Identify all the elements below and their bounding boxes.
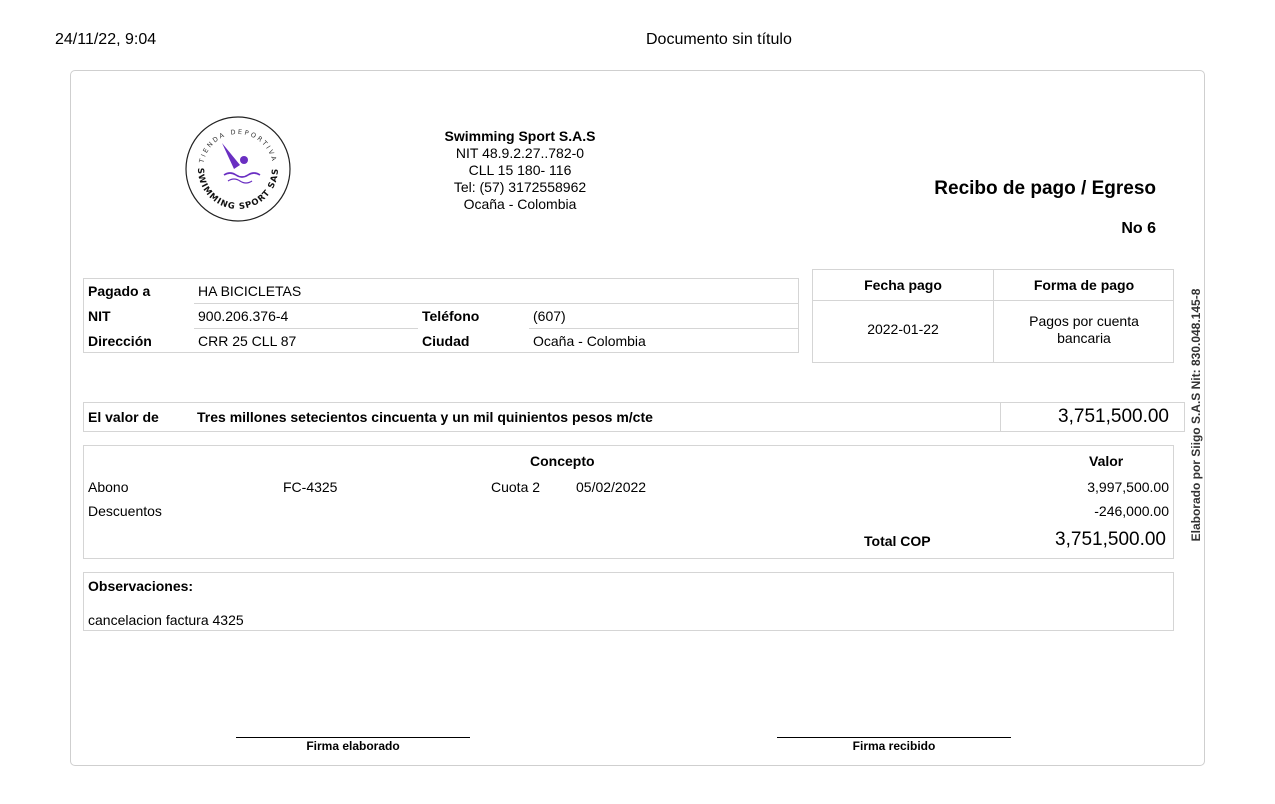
row-value: 3,997,500.00: [1087, 479, 1169, 495]
observations-label: Observaciones:: [88, 578, 194, 594]
signature-received-label: Firma recibido: [852, 739, 936, 753]
amount-words: Tres millones setecientos cincuenta y un…: [197, 409, 653, 425]
payment-method-label: Forma de pago: [1033, 277, 1135, 293]
receipt-number: No 6: [1121, 220, 1156, 237]
company-logo: TIENDA DEPORTIVA SWIMMING SPORT SAS: [184, 115, 292, 223]
city-label: Ciudad: [422, 333, 470, 349]
amount-row: El valor de Tres millones setecientos ci…: [83, 402, 1185, 432]
company-city: Ocaña - Colombia: [463, 196, 577, 212]
total-label: Total COP: [864, 533, 931, 549]
signature-line-prepared: [236, 737, 470, 738]
total-value: 3,751,500.00: [1055, 529, 1166, 550]
signature-line-received: [777, 737, 1011, 738]
paid-to-value: HA BICICLETAS: [198, 283, 302, 299]
company-nit: NIT 48.9.2.27..782-0: [455, 145, 585, 161]
document-title: Documento sin título: [646, 31, 792, 48]
company-phone: Tel: (57) 3172558962: [453, 179, 587, 195]
company-name: Swimming Sport S.A.S: [444, 128, 596, 144]
receipt-title: Recibo de pago / Egreso: [934, 178, 1156, 199]
observations-text: cancelacion factura 4325: [88, 612, 244, 628]
paid-to-label: Pagado a: [88, 283, 151, 299]
payment-date-label: Fecha pago: [864, 277, 942, 293]
phone-label: Teléfono: [422, 308, 480, 324]
company-address: CLL 15 180- 116: [468, 162, 572, 178]
amount-label: El valor de: [88, 409, 159, 425]
side-credit: Elaborado por Siigo S.A.S Nit: 830.048.1…: [1189, 288, 1203, 542]
nit-value: 900.206.376-4: [198, 308, 289, 324]
concept-table: Concepto Valor Abono FC-4325 Cuota 2 05/…: [83, 445, 1174, 559]
nit-label: NIT: [88, 308, 111, 324]
address-label: Dirección: [88, 333, 152, 349]
row-date: 05/02/2022: [576, 479, 647, 495]
row-type: Abono: [88, 479, 129, 495]
concept-header: Concepto: [530, 453, 595, 469]
payment-info: Fecha pago Forma de pago 2022-01-22 Pago…: [812, 269, 1174, 363]
city-value: Ocaña - Colombia: [533, 333, 646, 349]
payment-method: Pagos por cuenta bancaria: [1029, 313, 1139, 346]
observations-box: Observaciones: cancelacion factura 4325: [83, 572, 1174, 631]
print-datetime: 24/11/22, 9:04: [55, 31, 157, 48]
address-value: CRR 25 CLL 87: [198, 333, 297, 349]
row-installment: Cuota 2: [491, 479, 541, 495]
row-ref: FC-4325: [283, 479, 338, 495]
row-type: Descuentos: [88, 503, 162, 519]
payee-table: Pagado a HA BICICLETAS NIT 900.206.376-4…: [83, 278, 799, 353]
amount-value: 3,751,500.00: [1058, 406, 1169, 427]
company-info: Swimming Sport S.A.S NIT 48.9.2.27..782-…: [420, 128, 620, 213]
value-header: Valor: [1089, 453, 1124, 469]
payment-date: 2022-01-22: [867, 321, 939, 337]
signature-prepared-label: Firma elaborado: [306, 739, 400, 753]
phone-value: (607): [533, 308, 566, 324]
row-value: -246,000.00: [1094, 503, 1169, 519]
